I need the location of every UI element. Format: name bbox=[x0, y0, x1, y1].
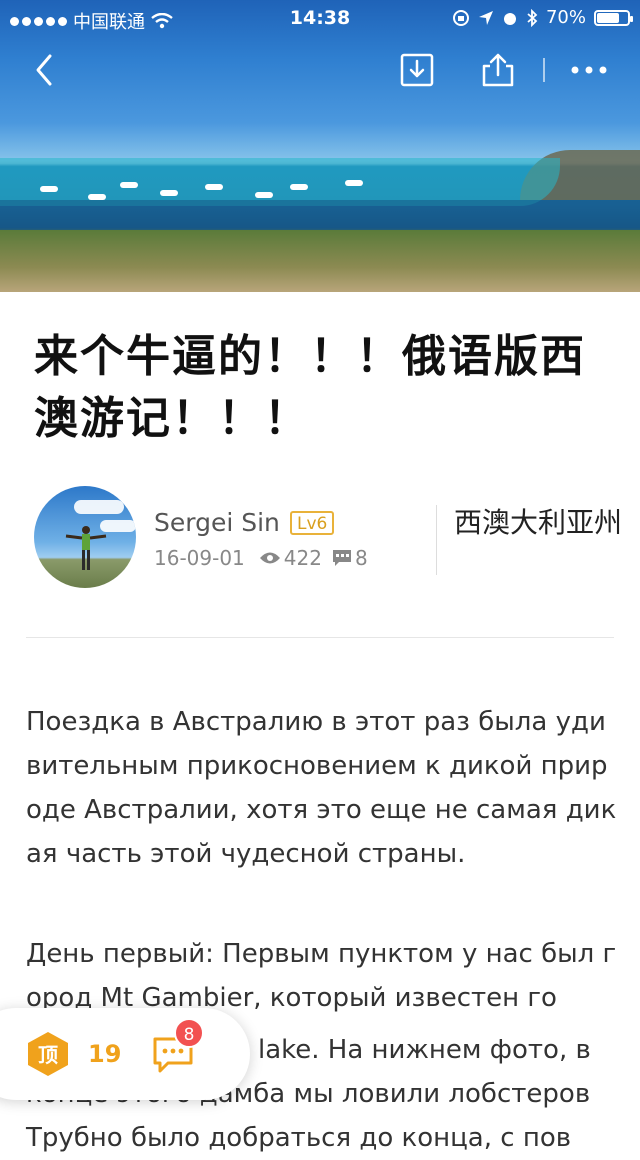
article-title: 来个牛逼的！！！俄语版西澳游记！！！ bbox=[34, 331, 586, 444]
battery-percent: 70% bbox=[545, 7, 586, 28]
status-bar: 中国联通 14:38 70% bbox=[0, 0, 640, 36]
share-button[interactable] bbox=[480, 52, 516, 88]
upvote-count: 19 bbox=[88, 1040, 122, 1068]
header-divider bbox=[26, 637, 614, 638]
upvote-label: 顶 bbox=[38, 1043, 58, 1067]
author-divider bbox=[436, 505, 437, 575]
hero-shore bbox=[0, 230, 640, 292]
comment-count: 8 bbox=[354, 546, 368, 570]
comment-count-icon bbox=[332, 550, 351, 566]
hero-boat bbox=[345, 180, 363, 186]
more-button[interactable] bbox=[569, 52, 609, 88]
avatar-cloud bbox=[74, 500, 124, 514]
paragraph-fragment: Трубно было добраться до конца, с пов bbox=[26, 1123, 572, 1153]
hero-boat bbox=[255, 192, 273, 198]
hero-boat bbox=[120, 182, 138, 188]
comment-badge: 8 bbox=[174, 1018, 204, 1048]
hero-boat bbox=[88, 194, 106, 200]
nav-divider bbox=[543, 58, 545, 82]
hero-boat bbox=[205, 184, 223, 190]
level-badge: Lv6 bbox=[290, 511, 335, 535]
author-name[interactable]: Sergei Sin bbox=[154, 508, 280, 537]
view-count: 422 bbox=[283, 546, 322, 570]
eye-icon bbox=[259, 552, 280, 564]
hero-photo bbox=[0, 0, 640, 292]
paragraph-fragment: lake. На нижнем фото, в bbox=[258, 1035, 591, 1065]
download-button[interactable] bbox=[399, 52, 435, 88]
article-meta: 16-09-01 422 8 bbox=[154, 546, 368, 570]
location-tag[interactable]: 西澳大利亚州 bbox=[450, 503, 626, 543]
bluetooth-icon bbox=[527, 8, 538, 27]
avatar[interactable] bbox=[34, 486, 136, 588]
location-icon bbox=[478, 10, 493, 25]
hero-boat bbox=[40, 186, 58, 192]
alarm-icon bbox=[503, 12, 516, 25]
hero-boat bbox=[160, 190, 178, 196]
paragraph: День первый: Первым пунктом у нас был го… bbox=[26, 939, 617, 1013]
back-button[interactable] bbox=[26, 50, 66, 90]
hero-boat bbox=[290, 184, 308, 190]
hero-lagoon bbox=[0, 158, 560, 206]
upvote-button[interactable]: 顶 bbox=[24, 1030, 72, 1078]
avatar-figure bbox=[65, 526, 107, 570]
rotation-lock-icon bbox=[452, 9, 469, 26]
paragraph: Поездка в Австралию в этот раз была удив… bbox=[26, 707, 617, 869]
publish-date: 16-09-01 bbox=[154, 546, 245, 570]
battery-icon bbox=[594, 9, 633, 26]
